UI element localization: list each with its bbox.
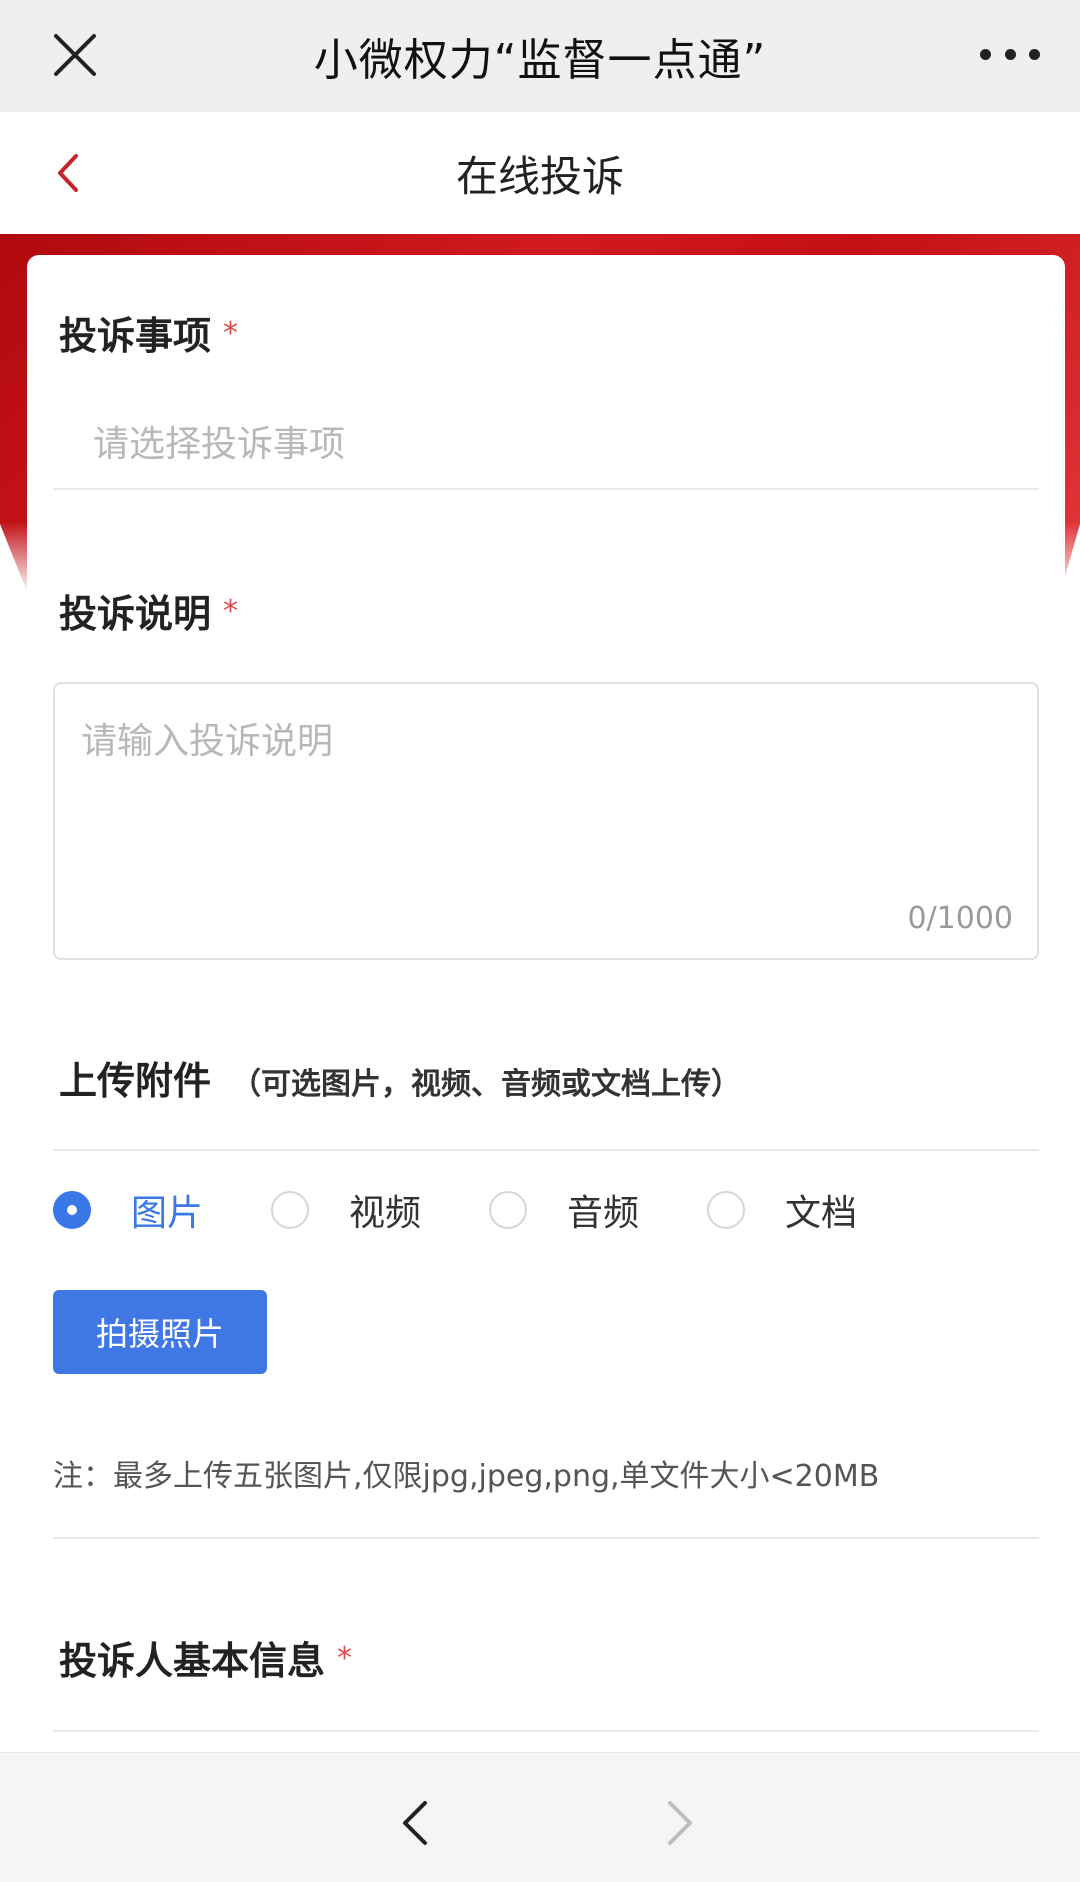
radio-circle[interactable]: [53, 1191, 91, 1229]
radio-document[interactable]: 文档: [707, 1180, 857, 1240]
radio-label: 视频: [349, 1193, 422, 1234]
upload-note: （可选图片，视频、音频或文档上传）: [231, 1067, 742, 1102]
chevron-left-icon[interactable]: [395, 1793, 435, 1853]
complainant-info-label: 投诉人基本信息 *: [59, 1630, 352, 1685]
radio-image[interactable]: 图片: [53, 1180, 203, 1240]
radio-video[interactable]: 视频: [271, 1180, 421, 1240]
page-title: 在线投诉: [455, 151, 624, 201]
chevron-right-icon[interactable]: [660, 1793, 700, 1853]
radio-circle[interactable]: [489, 1191, 527, 1229]
divider: [53, 1149, 1039, 1151]
divider: [53, 488, 1039, 490]
upload-hint: 注：最多上传五张图片,仅限jpg,jpeg,png,单文件大小<20MB: [53, 1459, 880, 1494]
divider: [53, 1537, 1039, 1539]
upload-title-text: 上传附件: [59, 1059, 212, 1103]
char-counter: 0/1000: [907, 901, 1013, 936]
radio-circle[interactable]: [707, 1191, 745, 1229]
window-title: 小微权力“监督一点通”: [313, 35, 767, 86]
close-icon[interactable]: [50, 30, 100, 80]
page-header: 在线投诉: [0, 112, 1080, 234]
browser-top-bar: 小微权力“监督一点通”: [0, 0, 1080, 112]
required-mark: *: [337, 1641, 353, 1676]
required-mark: *: [223, 594, 239, 629]
complaint-item-label-text: 投诉事项: [59, 314, 212, 358]
complaint-form-card: 投诉事项 * 请选择投诉事项 投诉说明 * 请输入投诉说明 0/1000 上传附件 （…: [27, 255, 1065, 1755]
required-mark: *: [223, 316, 239, 351]
complaint-desc-placeholder: 请输入投诉说明: [81, 721, 334, 762]
complaint-desc-textarea[interactable]: 请输入投诉说明 0/1000: [53, 682, 1039, 960]
complainant-label-text: 投诉人基本信息: [59, 1639, 326, 1683]
complaint-desc-label-text: 投诉说明: [59, 592, 212, 636]
chevron-left-icon[interactable]: [48, 148, 88, 198]
radio-circle[interactable]: [271, 1191, 309, 1229]
complaint-desc-label: 投诉说明 *: [59, 583, 238, 638]
complaint-item-select[interactable]: 请选择投诉事项: [93, 415, 345, 467]
upload-section-title: 上传附件 （可选图片，视频、音频或文档上传）: [59, 1050, 741, 1105]
more-icon[interactable]: [980, 44, 1040, 64]
radio-label: 图片: [131, 1193, 204, 1234]
radio-label: 文档: [785, 1193, 858, 1234]
complaint-item-label: 投诉事项 *: [59, 305, 238, 360]
radio-label: 音频: [567, 1193, 640, 1234]
radio-audio[interactable]: 音频: [489, 1180, 639, 1240]
attachment-type-radio-group: 图片 视频 音频 文档: [53, 1180, 1039, 1240]
browser-bottom-bar: [0, 1752, 1080, 1882]
take-photo-button[interactable]: 拍摄照片: [53, 1290, 267, 1374]
divider: [53, 1730, 1039, 1732]
